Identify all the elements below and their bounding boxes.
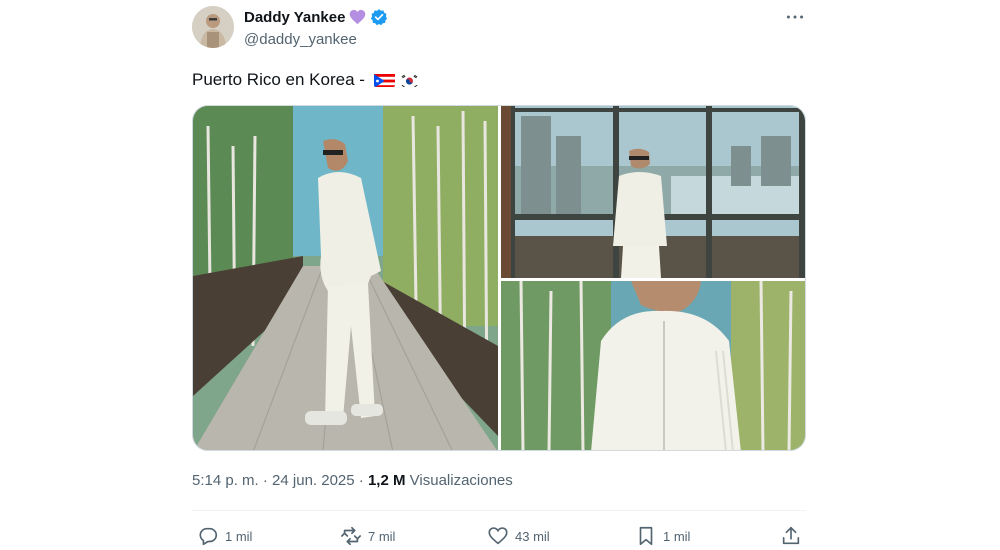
divider: [192, 510, 806, 511]
share-icon: [782, 526, 800, 545]
views-count: 1,2 M: [367, 472, 406, 489]
bookmark-icon: [639, 526, 653, 546]
tweet-meta: 5:14 p. m. · 24 jun. 2025 · 1,2 M Visual…: [192, 472, 513, 489]
puerto-rico-flag-icon: [373, 73, 395, 87]
media-grid: [192, 105, 806, 451]
repost-icon: [341, 526, 361, 546]
views-label: Visualizaciones: [409, 472, 513, 489]
meta-separator: ·: [262, 472, 268, 489]
like-button[interactable]: 43 mil: [487, 525, 550, 547]
share-button[interactable]: [780, 525, 802, 547]
purple-heart-icon: [349, 9, 366, 25]
photo-boardwalk[interactable]: [193, 106, 498, 450]
avatar[interactable]: [192, 6, 234, 48]
repost-button[interactable]: 7 mil: [340, 525, 395, 547]
meta-separator: ·: [358, 472, 364, 489]
like-count: 43 mil: [515, 528, 550, 544]
author-name-row[interactable]: Daddy Yankee: [244, 8, 388, 26]
reply-button[interactable]: 1 mil: [197, 525, 252, 547]
tweet-text: Puerto Rico en Korea -: [192, 70, 420, 90]
display-name[interactable]: Daddy Yankee: [244, 9, 345, 26]
bookmark-button[interactable]: 1 mil: [635, 525, 690, 547]
bookmark-count: 1 mil: [663, 528, 691, 544]
reply-count: 1 mil: [225, 528, 253, 544]
verified-badge-icon: [370, 8, 388, 26]
more-options-icon[interactable]: [784, 6, 806, 28]
photo-city-window[interactable]: [501, 106, 805, 278]
repost-count: 7 mil: [368, 528, 396, 544]
reply-icon: [199, 527, 218, 546]
south-korea-flag-icon: [398, 73, 420, 87]
tweet: Daddy Yankee @daddy_yankee Puerto Rico e…: [192, 0, 806, 550]
action-bar: 1 mil 7 mil 43 mil 1 mil: [192, 525, 806, 549]
tweet-date[interactable]: 24 jun. 2025: [272, 472, 355, 489]
tweet-text-content: Puerto Rico en Korea -: [192, 70, 370, 89]
photo-closeup[interactable]: [501, 281, 805, 450]
tweet-time[interactable]: 5:14 p. m.: [192, 472, 259, 489]
handle[interactable]: @daddy_yankee: [244, 31, 357, 48]
heart-icon: [488, 527, 508, 545]
